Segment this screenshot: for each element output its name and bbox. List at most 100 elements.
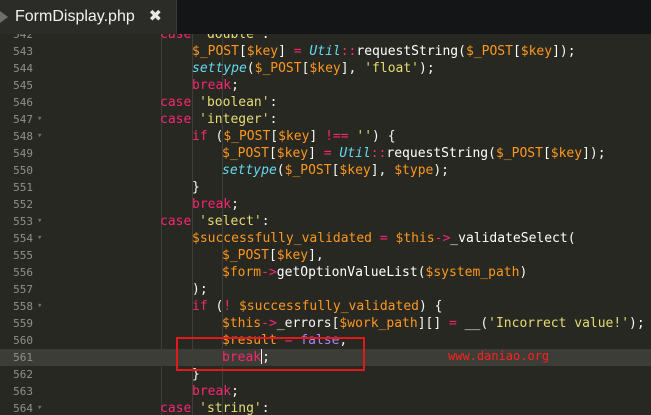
fold-arrow-icon[interactable]: ▾ — [37, 213, 42, 230]
code-text: case 'boolean': — [160, 94, 277, 111]
code-line[interactable]: 557); — [0, 281, 651, 298]
code-token: ); — [192, 282, 208, 297]
line-number[interactable]: 548 — [0, 128, 33, 145]
code-line[interactable]: 554 ▾ $successfully_validated = $this->_va… — [0, 230, 651, 247]
fold-arrow-icon[interactable]: ▾ — [37, 298, 42, 315]
code-token: [ — [268, 146, 277, 161]
code-token: requestString — [356, 44, 459, 59]
fold-arrow-icon[interactable]: ▾ — [37, 128, 42, 145]
code-line[interactable]: 550 settype($_POST[$key], $type); — [0, 162, 651, 179]
line-number[interactable]: 550 — [0, 162, 33, 179]
code-token: $key — [278, 129, 310, 144]
code-line[interactable]: 558 ▾ if (! $successfully_validated) { — [0, 298, 651, 315]
code-line[interactable]: 546 case 'boolean': — [0, 94, 651, 111]
code-text: case 'double': — [160, 34, 270, 43]
line-number[interactable]: 552 — [0, 196, 33, 213]
fold-arrow-icon[interactable]: ▾ — [37, 111, 42, 128]
line-number[interactable]: 562 — [0, 366, 33, 383]
line-number[interactable]: 543 — [0, 43, 33, 60]
code-text: if (! $successfully_validated) { — [192, 298, 442, 315]
code-token: $key — [550, 146, 583, 161]
code-line[interactable]: 564 ▾ case 'string': — [0, 400, 651, 415]
code-line[interactable]: 552 break; — [0, 196, 651, 213]
code-token: ( — [276, 163, 285, 178]
tab-label[interactable]: FormDisplay.php — [15, 8, 135, 26]
code-token: $this — [395, 231, 435, 246]
code-text: case 'string': — [160, 400, 270, 415]
code-token: = — [449, 316, 457, 331]
code-text: $_POST[$key], — [222, 247, 324, 264]
line-number[interactable]: 557 — [0, 281, 33, 298]
line-number[interactable]: 559 — [0, 315, 33, 332]
code-token: ( — [567, 231, 576, 246]
code-line[interactable]: 543 $_POST[$key] = Util::requestString($_… — [0, 43, 651, 60]
line-number[interactable]: 563 — [0, 383, 33, 400]
code-token: $system_path — [425, 265, 520, 280]
fold-arrow-icon[interactable]: ▾ — [37, 230, 42, 247]
code-text: } — [192, 179, 200, 196]
code-token: : — [261, 34, 270, 42]
code-token: ][] — [417, 316, 450, 331]
code-token: settype — [222, 163, 277, 178]
line-number[interactable]: 564 — [0, 400, 33, 415]
code-token: ] — [278, 44, 294, 59]
code-line[interactable]: 549 $_POST[$key] = Util::requestString($_… — [0, 145, 651, 162]
code-token: _validateSelect — [450, 231, 568, 246]
code-token: ( — [458, 44, 466, 59]
code-token: $_POST — [284, 163, 332, 178]
line-number[interactable]: 561 — [0, 349, 33, 366]
line-number[interactable]: 544 — [0, 60, 33, 77]
code-line[interactable]: 545 break; — [0, 77, 651, 94]
code-token: ( — [207, 129, 224, 144]
code-text: $successfully_validated = $this->_valida… — [192, 230, 576, 247]
code-token: ]); — [582, 146, 606, 161]
line-number[interactable]: 545 — [0, 77, 33, 94]
line-number[interactable]: 549 — [0, 145, 33, 162]
code-token: ( — [480, 316, 489, 331]
code-token: $key — [276, 248, 309, 263]
code-line[interactable]: 542 case 'double': — [0, 34, 651, 43]
code-token: ); — [419, 61, 435, 76]
code-line[interactable]: 555 $_POST[$key], — [0, 247, 651, 264]
code-line[interactable]: 547 ▾ case 'integer': — [0, 111, 651, 128]
code-line[interactable]: 551} — [0, 179, 651, 196]
line-number[interactable]: 553 — [0, 213, 33, 230]
code-token: ( — [246, 61, 255, 76]
code-text: case 'select': — [160, 213, 270, 230]
line-number[interactable]: 554 — [0, 230, 33, 247]
code-line[interactable]: 563 break; — [0, 383, 651, 400]
tab-formdisplay[interactable]: FormDisplay.php ✖ — [0, 0, 177, 34]
line-number[interactable]: 547 — [0, 111, 33, 128]
code-text: settype($_POST[$key], 'float'); — [192, 60, 435, 77]
close-icon[interactable]: ✖ — [149, 6, 162, 25]
code-token: ! — [223, 299, 232, 314]
line-number[interactable]: 542 — [0, 34, 33, 43]
code-token: $work_path — [339, 316, 418, 331]
code-line[interactable]: 548 ▾ if ($_POST[$key] !== '') { — [0, 128, 651, 145]
code-token: : — [269, 95, 278, 110]
code-token: 'integer' — [199, 112, 270, 127]
code-token: case — [160, 112, 192, 127]
code-text: break; — [192, 77, 239, 94]
code-token: Util — [309, 44, 341, 59]
fold-arrow-icon[interactable]: ▾ — [37, 400, 42, 415]
code-token: ); — [629, 316, 645, 331]
code-token: [ — [270, 129, 279, 144]
line-number[interactable]: 560 — [0, 332, 33, 349]
code-token: 'string' — [199, 401, 262, 415]
code-line[interactable]: 559 $this->_errors[$work_path][] = __('In… — [0, 315, 651, 332]
line-number[interactable]: 558 — [0, 298, 33, 315]
line-number[interactable]: 551 — [0, 179, 33, 196]
line-number[interactable]: 556 — [0, 264, 33, 281]
code-token: ], — [340, 61, 365, 76]
tab-marker-icon — [0, 11, 8, 23]
code-token: Util — [339, 146, 371, 161]
code-line[interactable]: 556 $form->getOptionValueList($system_pat… — [0, 264, 651, 281]
code-line[interactable]: 544 settype($_POST[$key], 'float'); — [0, 60, 651, 77]
line-number[interactable]: 546 — [0, 94, 33, 111]
code-line[interactable]: 553 ▾ case 'select': — [0, 213, 651, 230]
code-token: ( — [488, 146, 496, 161]
line-number[interactable]: 555 — [0, 247, 33, 264]
